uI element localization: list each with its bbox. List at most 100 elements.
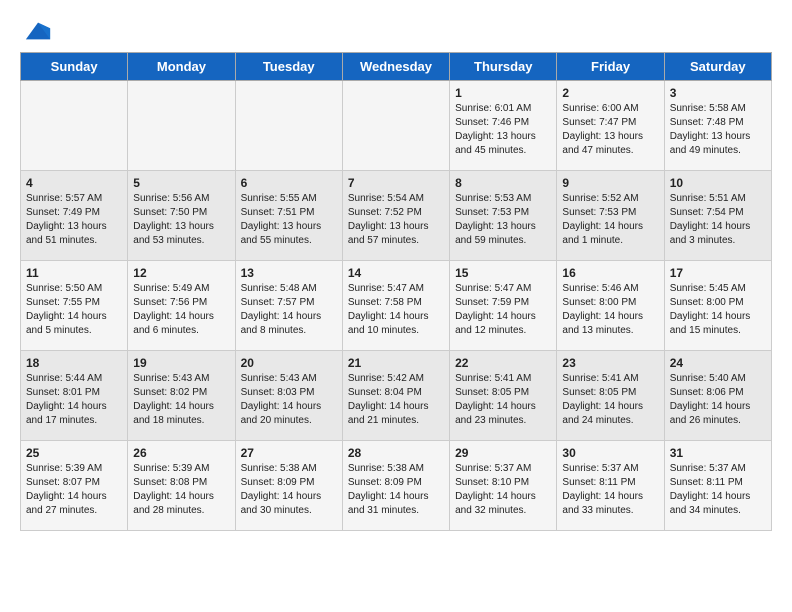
calendar-table: SundayMondayTuesdayWednesdayThursdayFrid… bbox=[20, 52, 772, 531]
day-info: Sunrise: 5:53 AM Sunset: 7:53 PM Dayligh… bbox=[455, 192, 551, 248]
day-info: Sunrise: 5:54 AM Sunset: 7:52 PM Dayligh… bbox=[348, 192, 444, 248]
day-number: 27 bbox=[241, 446, 337, 460]
day-number: 21 bbox=[348, 356, 444, 370]
logo-icon bbox=[24, 20, 52, 42]
day-number: 15 bbox=[455, 266, 551, 280]
calendar-week-4: 18Sunrise: 5:44 AM Sunset: 8:01 PM Dayli… bbox=[21, 351, 772, 441]
day-number: 28 bbox=[348, 446, 444, 460]
day-info: Sunrise: 5:55 AM Sunset: 7:51 PM Dayligh… bbox=[241, 192, 337, 248]
day-number: 1 bbox=[455, 86, 551, 100]
calendar-cell: 18Sunrise: 5:44 AM Sunset: 8:01 PM Dayli… bbox=[21, 351, 128, 441]
calendar-cell bbox=[342, 81, 449, 171]
day-info: Sunrise: 5:51 AM Sunset: 7:54 PM Dayligh… bbox=[670, 192, 766, 248]
day-number: 7 bbox=[348, 176, 444, 190]
day-info: Sunrise: 6:01 AM Sunset: 7:46 PM Dayligh… bbox=[455, 102, 551, 158]
day-info: Sunrise: 5:37 AM Sunset: 8:11 PM Dayligh… bbox=[562, 462, 658, 518]
day-number: 17 bbox=[670, 266, 766, 280]
weekday-header-tuesday: Tuesday bbox=[235, 53, 342, 81]
day-info: Sunrise: 5:37 AM Sunset: 8:11 PM Dayligh… bbox=[670, 462, 766, 518]
day-number: 2 bbox=[562, 86, 658, 100]
day-info: Sunrise: 5:52 AM Sunset: 7:53 PM Dayligh… bbox=[562, 192, 658, 248]
calendar-cell: 11Sunrise: 5:50 AM Sunset: 7:55 PM Dayli… bbox=[21, 261, 128, 351]
calendar-cell: 22Sunrise: 5:41 AM Sunset: 8:05 PM Dayli… bbox=[450, 351, 557, 441]
day-info: Sunrise: 5:38 AM Sunset: 8:09 PM Dayligh… bbox=[348, 462, 444, 518]
calendar-cell: 25 Sunrise: 5:39 AM Sunset: 8:07 PM Dayli… bbox=[21, 441, 128, 531]
calendar-cell: 4 Sunrise: 5:57 AM Sunset: 7:49 PM Daylig… bbox=[21, 171, 128, 261]
calendar-cell: 29Sunrise: 5:37 AM Sunset: 8:10 PM Dayli… bbox=[450, 441, 557, 531]
day-number: 20 bbox=[241, 356, 337, 370]
calendar-cell bbox=[21, 81, 128, 171]
calendar-cell: 17 Sunrise: 5:45 AM Sunset: 8:00 PM Dayli… bbox=[664, 261, 771, 351]
day-info: Sunrise: 5:58 AM Sunset: 7:48 PM Dayligh… bbox=[670, 102, 766, 158]
day-info: Sunrise: 6:00 AM Sunset: 7:47 PM Dayligh… bbox=[562, 102, 658, 158]
page-header bbox=[20, 20, 772, 42]
calendar-week-2: 4 Sunrise: 5:57 AM Sunset: 7:49 PM Daylig… bbox=[21, 171, 772, 261]
weekday-header-monday: Monday bbox=[128, 53, 235, 81]
day-info: Sunrise: 5:43 AM Sunset: 8:02 PM Dayligh… bbox=[133, 372, 229, 428]
logo bbox=[20, 20, 52, 42]
day-number: 4 bbox=[26, 176, 122, 190]
calendar-cell bbox=[128, 81, 235, 171]
calendar-cell: 26Sunrise: 5:39 AM Sunset: 8:08 PM Dayli… bbox=[128, 441, 235, 531]
day-info: Sunrise: 5:45 AM Sunset: 8:00 PM Dayligh… bbox=[670, 282, 766, 338]
calendar-cell bbox=[235, 81, 342, 171]
day-number: 13 bbox=[241, 266, 337, 280]
calendar-cell: 14Sunrise: 5:47 AM Sunset: 7:58 PM Dayli… bbox=[342, 261, 449, 351]
day-info: Sunrise: 5:48 AM Sunset: 7:57 PM Dayligh… bbox=[241, 282, 337, 338]
day-number: 31 bbox=[670, 446, 766, 460]
calendar-cell: 20 Sunrise: 5:43 AM Sunset: 8:03 PM Dayli… bbox=[235, 351, 342, 441]
day-number: 12 bbox=[133, 266, 229, 280]
day-info: Sunrise: 5:50 AM Sunset: 7:55 PM Dayligh… bbox=[26, 282, 122, 338]
day-info: Sunrise: 5:40 AM Sunset: 8:06 PM Dayligh… bbox=[670, 372, 766, 428]
calendar-cell: 30 Sunrise: 5:37 AM Sunset: 8:11 PM Dayli… bbox=[557, 441, 664, 531]
day-info: Sunrise: 5:56 AM Sunset: 7:50 PM Dayligh… bbox=[133, 192, 229, 248]
day-number: 18 bbox=[26, 356, 122, 370]
calendar-cell: 27 Sunrise: 5:38 AM Sunset: 8:09 PM Dayli… bbox=[235, 441, 342, 531]
day-number: 14 bbox=[348, 266, 444, 280]
calendar-cell: 23 Sunrise: 5:41 AM Sunset: 8:05 PM Dayli… bbox=[557, 351, 664, 441]
day-info: Sunrise: 5:46 AM Sunset: 8:00 PM Dayligh… bbox=[562, 282, 658, 338]
day-number: 9 bbox=[562, 176, 658, 190]
day-info: Sunrise: 5:41 AM Sunset: 8:05 PM Dayligh… bbox=[562, 372, 658, 428]
calendar-cell: 16 Sunrise: 5:46 AM Sunset: 8:00 PM Dayli… bbox=[557, 261, 664, 351]
day-number: 5 bbox=[133, 176, 229, 190]
day-info: Sunrise: 5:39 AM Sunset: 8:07 PM Dayligh… bbox=[26, 462, 122, 518]
calendar-cell: 8 Sunrise: 5:53 AM Sunset: 7:53 PM Daylig… bbox=[450, 171, 557, 261]
day-number: 16 bbox=[562, 266, 658, 280]
calendar-cell: 19 Sunrise: 5:43 AM Sunset: 8:02 PM Dayli… bbox=[128, 351, 235, 441]
calendar-cell: 3Sunrise: 5:58 AM Sunset: 7:48 PM Daylig… bbox=[664, 81, 771, 171]
calendar-cell: 10 Sunrise: 5:51 AM Sunset: 7:54 PM Dayli… bbox=[664, 171, 771, 261]
calendar-cell: 5 Sunrise: 5:56 AM Sunset: 7:50 PM Daylig… bbox=[128, 171, 235, 261]
day-number: 24 bbox=[670, 356, 766, 370]
day-info: Sunrise: 5:39 AM Sunset: 8:08 PM Dayligh… bbox=[133, 462, 229, 518]
calendar-week-3: 11Sunrise: 5:50 AM Sunset: 7:55 PM Dayli… bbox=[21, 261, 772, 351]
day-number: 19 bbox=[133, 356, 229, 370]
calendar-week-1: 1 Sunrise: 6:01 AM Sunset: 7:46 PM Daylig… bbox=[21, 81, 772, 171]
calendar-cell: 31 Sunrise: 5:37 AM Sunset: 8:11 PM Dayli… bbox=[664, 441, 771, 531]
day-info: Sunrise: 5:57 AM Sunset: 7:49 PM Dayligh… bbox=[26, 192, 122, 248]
day-number: 30 bbox=[562, 446, 658, 460]
day-info: Sunrise: 5:41 AM Sunset: 8:05 PM Dayligh… bbox=[455, 372, 551, 428]
weekday-header-thursday: Thursday bbox=[450, 53, 557, 81]
calendar-header: SundayMondayTuesdayWednesdayThursdayFrid… bbox=[21, 53, 772, 81]
calendar-cell: 7 Sunrise: 5:54 AM Sunset: 7:52 PM Daylig… bbox=[342, 171, 449, 261]
calendar-cell: 6Sunrise: 5:55 AM Sunset: 7:51 PM Daylig… bbox=[235, 171, 342, 261]
day-number: 8 bbox=[455, 176, 551, 190]
calendar-week-5: 25 Sunrise: 5:39 AM Sunset: 8:07 PM Dayli… bbox=[21, 441, 772, 531]
day-info: Sunrise: 5:38 AM Sunset: 8:09 PM Dayligh… bbox=[241, 462, 337, 518]
weekday-header-friday: Friday bbox=[557, 53, 664, 81]
day-info: Sunrise: 5:43 AM Sunset: 8:03 PM Dayligh… bbox=[241, 372, 337, 428]
weekday-header-saturday: Saturday bbox=[664, 53, 771, 81]
day-number: 29 bbox=[455, 446, 551, 460]
day-info: Sunrise: 5:47 AM Sunset: 7:59 PM Dayligh… bbox=[455, 282, 551, 338]
calendar-cell: 21 Sunrise: 5:42 AM Sunset: 8:04 PM Dayli… bbox=[342, 351, 449, 441]
calendar-cell: 1 Sunrise: 6:01 AM Sunset: 7:46 PM Daylig… bbox=[450, 81, 557, 171]
day-number: 10 bbox=[670, 176, 766, 190]
day-number: 25 bbox=[26, 446, 122, 460]
weekday-header-sunday: Sunday bbox=[21, 53, 128, 81]
calendar-cell: 24 Sunrise: 5:40 AM Sunset: 8:06 PM Dayli… bbox=[664, 351, 771, 441]
day-number: 23 bbox=[562, 356, 658, 370]
day-info: Sunrise: 5:42 AM Sunset: 8:04 PM Dayligh… bbox=[348, 372, 444, 428]
calendar-cell: 9 Sunrise: 5:52 AM Sunset: 7:53 PM Daylig… bbox=[557, 171, 664, 261]
calendar-cell: 15 Sunrise: 5:47 AM Sunset: 7:59 PM Dayli… bbox=[450, 261, 557, 351]
